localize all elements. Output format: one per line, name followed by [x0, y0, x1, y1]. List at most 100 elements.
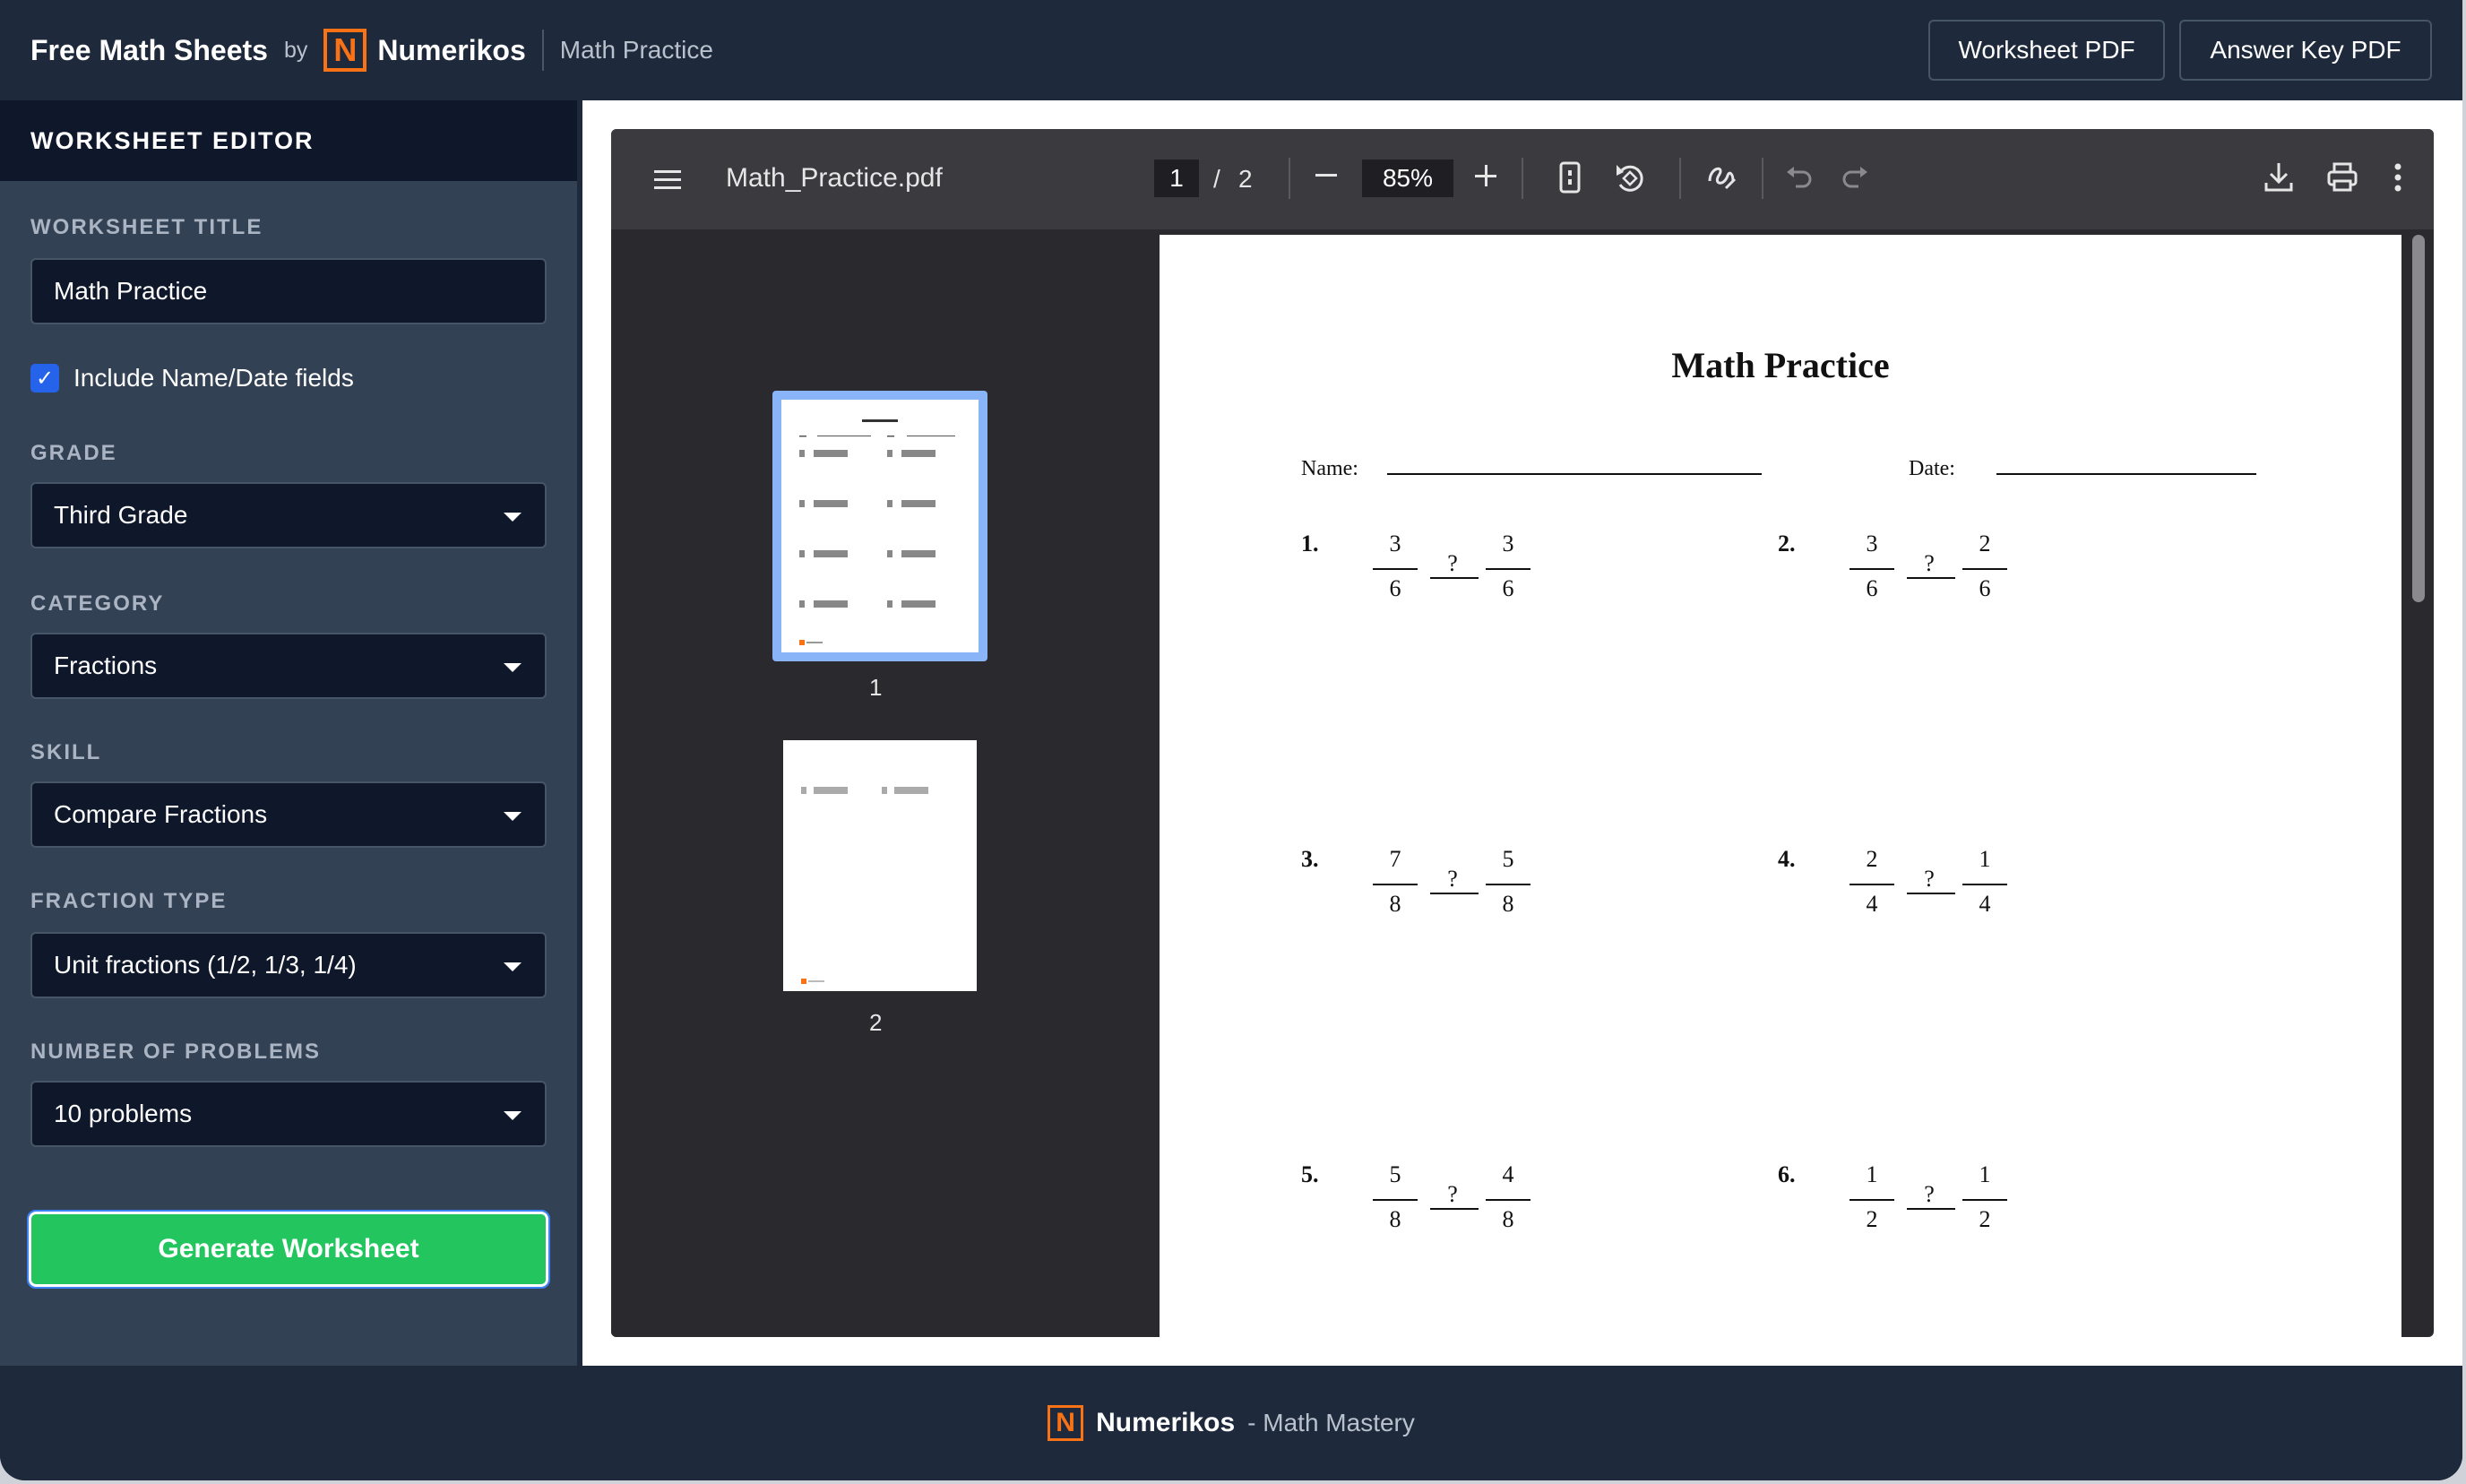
fraction-b-numerator: 1: [1979, 1161, 1991, 1187]
footer-brand[interactable]: Numerikos: [1096, 1408, 1235, 1438]
document-scrollbar[interactable]: [2412, 235, 2425, 602]
problem-number: 2.: [1778, 531, 1796, 556]
category-label: CATEGORY: [30, 591, 165, 616]
comparison-blank: ?: [1447, 1181, 1458, 1207]
comparison-line: [1430, 577, 1479, 579]
title-label: WORKSHEET TITLE: [30, 215, 263, 239]
footer: N Numerikos - Math Mastery: [0, 1366, 2462, 1480]
menu-icon[interactable]: [654, 168, 683, 192]
problem-number: 6.: [1778, 1161, 1796, 1187]
brand-name[interactable]: Numerikos: [377, 34, 525, 67]
comparison-line: [1430, 893, 1479, 894]
zoom-in-icon[interactable]: [1475, 165, 1498, 188]
draw-icon[interactable]: [1706, 161, 1738, 194]
grade-select[interactable]: Third Grade: [30, 482, 547, 548]
toolbar-divider: [1289, 158, 1290, 199]
numerikos-logo-icon: N: [1048, 1405, 1084, 1441]
chevron-down-icon: [504, 663, 522, 672]
fraction-type-value: Unit fractions (1/2, 1/3, 1/4): [54, 951, 357, 979]
chevron-down-icon: [504, 513, 522, 522]
worksheet-editor-sidebar: WORKSHEET EDITOR WORKSHEET TITLE Math Pr…: [0, 100, 577, 1366]
thumbnail-page-1-preview: [799, 419, 955, 645]
thumbnail-page-2[interactable]: [783, 740, 977, 991]
fraction-a-bar: [1850, 884, 1894, 885]
problem-number: 3.: [1301, 846, 1319, 872]
print-icon[interactable]: [2326, 161, 2358, 194]
name-label: Name:: [1301, 457, 1358, 480]
fraction-a-numerator: 2: [1866, 846, 1878, 872]
chevron-down-icon: [504, 1111, 522, 1120]
fraction-b-denominator: 4: [1979, 891, 1991, 917]
fraction-b-denominator: 6: [1979, 575, 1991, 601]
rotate-icon[interactable]: [1613, 161, 1649, 194]
include-name-date-row[interactable]: ✓ Include Name/Date fields: [30, 364, 354, 393]
fraction-b-bar: [1486, 568, 1530, 570]
header-divider: [541, 30, 544, 71]
chevron-down-icon: [504, 962, 522, 971]
fraction-a-numerator: 1: [1866, 1161, 1878, 1187]
fraction-b-bar: [1962, 1199, 2007, 1201]
worksheet-title-input[interactable]: Math Practice: [30, 258, 547, 324]
name-line: [1387, 473, 1762, 475]
comparison-line: [1430, 1208, 1479, 1210]
answer-key-pdf-button[interactable]: Answer Key PDF: [2179, 20, 2432, 81]
comparison-blank: ?: [1924, 866, 1935, 892]
fraction-a-denominator: 6: [1866, 575, 1878, 601]
toolbar-divider: [1522, 158, 1523, 199]
zoom-out-icon[interactable]: [1315, 174, 1339, 177]
skill-label: SKILL: [30, 740, 102, 764]
include-name-date-label[interactable]: Include Name/Date fields: [73, 364, 354, 393]
category-value: Fractions: [54, 651, 158, 679]
num-problems-label: NUMBER OF PROBLEMS: [30, 1040, 321, 1064]
skill-select[interactable]: Compare Fractions: [30, 781, 547, 848]
worksheet-title-value: Math Practice: [54, 277, 208, 305]
fraction-b-denominator: 2: [1979, 1206, 1991, 1232]
num-problems-select[interactable]: 10 problems: [30, 1081, 547, 1147]
fraction-a-bar: [1373, 568, 1418, 570]
page-separator: /: [1213, 165, 1220, 193]
download-icon[interactable]: [2263, 161, 2294, 194]
grade-value: Third Grade: [54, 501, 188, 529]
comparison-line: [1907, 893, 1955, 894]
problem-number: 5.: [1301, 1161, 1319, 1187]
toolbar-divider: [1679, 158, 1681, 199]
category-select[interactable]: Fractions: [30, 633, 547, 699]
fraction-a-denominator: 8: [1389, 1206, 1401, 1232]
date-line: [1996, 473, 2256, 475]
generate-worksheet-button[interactable]: Generate Worksheet: [27, 1210, 550, 1289]
problem-number: 4.: [1778, 846, 1796, 872]
fraction-a-denominator: 4: [1866, 891, 1878, 917]
thumbnail-label-1: 1: [869, 674, 883, 701]
comparison-line: [1907, 577, 1955, 579]
fraction-a-bar: [1373, 884, 1418, 885]
fraction-type-label: FRACTION TYPE: [30, 889, 228, 913]
fraction-b-numerator: 3: [1502, 531, 1514, 556]
include-name-date-checkbox[interactable]: ✓: [30, 364, 59, 393]
worksheet-heading: Math Practice: [1671, 345, 1890, 385]
undo-icon[interactable]: [1785, 165, 1814, 190]
fraction-b-bar: [1486, 1199, 1530, 1201]
fraction-b-denominator: 6: [1502, 575, 1514, 601]
comparison-line: [1907, 1208, 1955, 1210]
thumbnail-page-2-preview: [801, 787, 928, 984]
page-number-input[interactable]: 1: [1154, 160, 1199, 197]
fraction-b-bar: [1962, 568, 2007, 570]
zoom-level-input[interactable]: 85%: [1362, 160, 1453, 197]
thumbnail-page-1[interactable]: [781, 400, 979, 652]
site-title[interactable]: Free Math Sheets: [30, 34, 268, 67]
fraction-a-numerator: 3: [1866, 531, 1878, 556]
worksheet-pdf-button[interactable]: Worksheet PDF: [1928, 20, 2165, 81]
comparison-blank: ?: [1447, 866, 1458, 892]
thumbnail-sidebar: 1 2: [611, 229, 1149, 1337]
fit-page-icon[interactable]: [1559, 161, 1581, 194]
num-problems-value: 10 problems: [54, 1100, 193, 1127]
chevron-down-icon: [504, 812, 522, 821]
pdf-filename: Math_Practice.pdf: [726, 163, 943, 193]
redo-icon[interactable]: [1841, 165, 1869, 190]
header-subtitle: Math Practice: [559, 36, 713, 64]
more-options-icon[interactable]: [2394, 163, 2401, 192]
thumbnail-page-1-frame[interactable]: [772, 391, 987, 661]
fraction-type-select[interactable]: Unit fractions (1/2, 1/3, 1/4): [30, 932, 547, 998]
fraction-a-denominator: 6: [1389, 575, 1401, 601]
fraction-b-bar: [1486, 884, 1530, 885]
